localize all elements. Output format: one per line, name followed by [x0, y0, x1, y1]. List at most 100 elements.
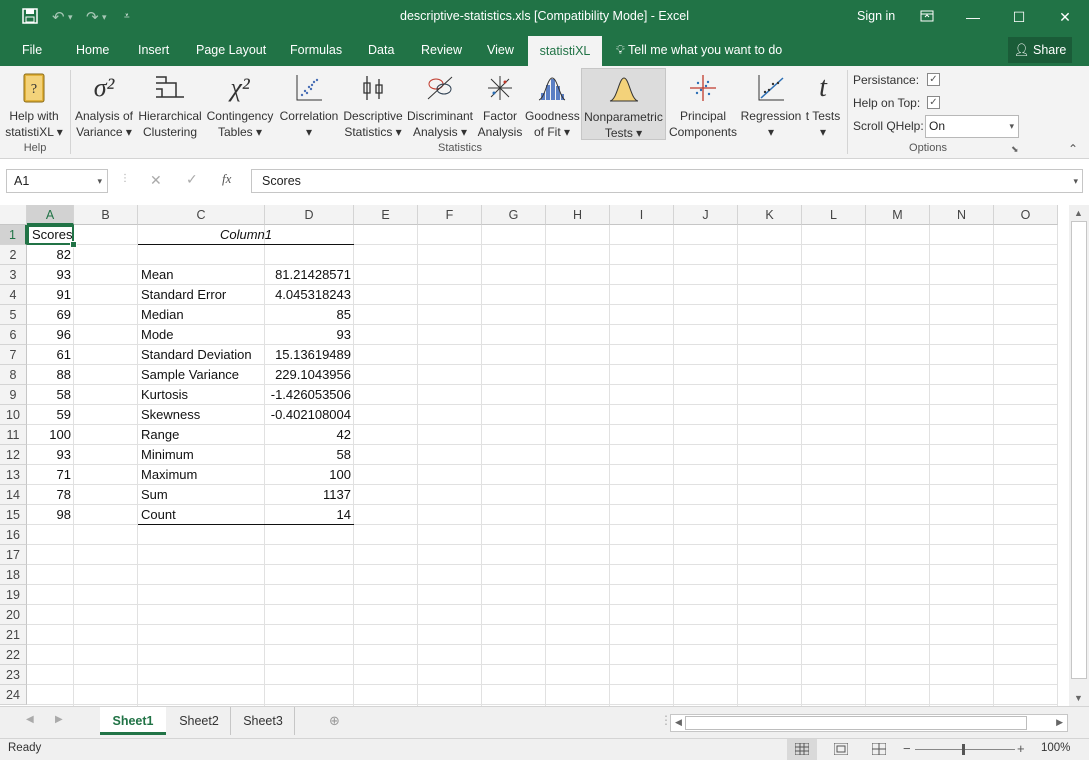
column-header-m[interactable]: M	[866, 205, 930, 225]
tab-review[interactable]: Review	[421, 43, 462, 57]
cell-a9[interactable]: 58	[27, 385, 74, 405]
column-header-b[interactable]: B	[74, 205, 138, 225]
vertical-scrollbar[interactable]: ▲ ▼	[1069, 205, 1089, 706]
column-header-k[interactable]: K	[738, 205, 802, 225]
tab-view[interactable]: View	[487, 43, 514, 57]
select-all-corner[interactable]	[0, 205, 27, 225]
cell-a13[interactable]: 71	[27, 465, 74, 485]
stat-label[interactable]: Range	[138, 425, 265, 445]
stat-value[interactable]: 81.21428571	[265, 265, 354, 285]
stat-value[interactable]: 15.13619489	[265, 345, 354, 365]
add-sheet-icon[interactable]: ⊕	[329, 713, 340, 729]
maximize-icon[interactable]: ☐	[1004, 6, 1034, 28]
minimize-icon[interactable]: —	[958, 6, 988, 28]
row-header-17[interactable]: 17	[0, 545, 27, 565]
share-button[interactable]: 👤︎ Share	[1008, 37, 1072, 63]
stat-label[interactable]: Kurtosis	[138, 385, 265, 405]
column-header-o[interactable]: O	[994, 205, 1058, 225]
name-box[interactable]: A1 ▾	[6, 169, 108, 193]
row-header-6[interactable]: 6	[0, 325, 27, 345]
stat-value[interactable]: 229.1043956	[265, 365, 354, 385]
row-header-7[interactable]: 7	[0, 345, 27, 365]
expand-formula-icon[interactable]: ▾	[1073, 170, 1078, 192]
column-header-d[interactable]: D	[265, 205, 354, 225]
contingency-tables-button[interactable]: χ² Contingency Tables ▾	[205, 68, 275, 140]
stat-label[interactable]: Standard Deviation	[138, 345, 265, 365]
zoom-slider-thumb[interactable]	[962, 744, 965, 755]
tab-formulas[interactable]: Formulas	[290, 43, 342, 57]
row-header-16[interactable]: 16	[0, 525, 27, 545]
cell-a7[interactable]: 61	[27, 345, 74, 365]
column-header-f[interactable]: F	[418, 205, 482, 225]
row-header-5[interactable]: 5	[0, 305, 27, 325]
row-header-1[interactable]: 1	[0, 225, 27, 245]
analysis-of-variance-button[interactable]: σ² Analysis of Variance ▾	[74, 68, 134, 140]
column-header-i[interactable]: I	[610, 205, 674, 225]
stat-value[interactable]: -1.426053506	[265, 385, 354, 405]
scroll-left-icon[interactable]: ◀	[675, 717, 682, 728]
row-header-12[interactable]: 12	[0, 445, 27, 465]
principal-components-button[interactable]: Principal Components	[667, 68, 739, 140]
spreadsheet-grid[interactable]: ABCDEFGHIJKLMNO 1 2 3 4 5 6 7 8 9 10 11 12 13 14 15 16 1…	[0, 205, 1069, 706]
stat-value[interactable]: 14	[265, 505, 354, 525]
row-header-14[interactable]: 14	[0, 485, 27, 505]
cell-a11[interactable]: 100	[27, 425, 74, 445]
row-header-10[interactable]: 10	[0, 405, 27, 425]
row-header-23[interactable]: 23	[0, 665, 27, 685]
row-header-21[interactable]: 21	[0, 625, 27, 645]
zoom-level[interactable]: 100%	[1041, 742, 1070, 754]
row-header-15[interactable]: 15	[0, 505, 27, 525]
row-header-2[interactable]: 2	[0, 245, 27, 265]
zoom-in-icon[interactable]: +	[1017, 741, 1025, 756]
stat-value[interactable]: 1137	[265, 485, 354, 505]
row-header-9[interactable]: 9	[0, 385, 27, 405]
cell-a15[interactable]: 98	[27, 505, 74, 525]
column-header-n[interactable]: N	[930, 205, 994, 225]
column-header-a[interactable]: A	[27, 205, 74, 225]
goodness-of-fit-button[interactable]: Goodness of Fit ▾	[525, 68, 580, 140]
cell-a5[interactable]: 69	[27, 305, 74, 325]
scroll-up-icon[interactable]: ▲	[1074, 208, 1083, 218]
scroll-right-icon[interactable]: ▶	[1056, 717, 1063, 728]
sign-in-link[interactable]: Sign in	[857, 9, 895, 23]
cell-a6[interactable]: 96	[27, 325, 74, 345]
sheet-tab-sheet2[interactable]: Sheet2	[168, 707, 231, 735]
row-header-3[interactable]: 3	[0, 265, 27, 285]
stat-label[interactable]: Minimum	[138, 445, 265, 465]
stat-label[interactable]: Median	[138, 305, 265, 325]
prev-sheet-icon[interactable]: ◀	[26, 714, 34, 725]
cancel-icon[interactable]: ✕	[150, 172, 162, 189]
tab-data[interactable]: Data	[368, 43, 394, 57]
row-header-8[interactable]: 8	[0, 365, 27, 385]
row-header-18[interactable]: 18	[0, 565, 27, 585]
stat-value[interactable]: 85	[265, 305, 354, 325]
factor-analysis-button[interactable]: Factor Analysis	[476, 68, 524, 140]
row-header-13[interactable]: 13	[0, 465, 27, 485]
stat-value[interactable]: 58	[265, 445, 354, 465]
regression-button[interactable]: Regression ▾	[740, 68, 802, 140]
zoom-out-icon[interactable]: −	[903, 741, 911, 756]
stat-label[interactable]: Mean	[138, 265, 265, 285]
page-layout-view-button[interactable]	[833, 742, 849, 758]
horizontal-scroll-thumb[interactable]	[685, 716, 1027, 730]
cell-a12[interactable]: 93	[27, 445, 74, 465]
cell-a14[interactable]: 78	[27, 485, 74, 505]
scroll-qhelp-select[interactable]: On ▾	[925, 115, 1019, 138]
cell-a4[interactable]: 91	[27, 285, 74, 305]
horizontal-scrollbar[interactable]: ◀ ▶	[670, 714, 1068, 732]
column-header-c[interactable]: C	[138, 205, 265, 225]
tell-me-search[interactable]: 💡︎ Tell me what you want to do	[616, 43, 782, 58]
row-header-11[interactable]: 11	[0, 425, 27, 445]
stat-value[interactable]: 42	[265, 425, 354, 445]
help-on-top-checkbox[interactable]: ✓	[927, 96, 940, 109]
stat-value[interactable]: 93	[265, 325, 354, 345]
persistance-checkbox[interactable]: ✓	[927, 73, 940, 86]
zoom-slider[interactable]	[915, 749, 1015, 750]
help-with-statistixl-button[interactable]: ? Help with statistiXL ▾	[4, 68, 64, 140]
column1-header[interactable]: Column1	[138, 225, 354, 245]
scroll-down-icon[interactable]: ▼	[1074, 693, 1083, 703]
stat-value[interactable]: 100	[265, 465, 354, 485]
normal-view-button[interactable]	[787, 739, 817, 760]
next-sheet-icon[interactable]: ▶	[55, 714, 63, 725]
column-header-g[interactable]: G	[482, 205, 546, 225]
